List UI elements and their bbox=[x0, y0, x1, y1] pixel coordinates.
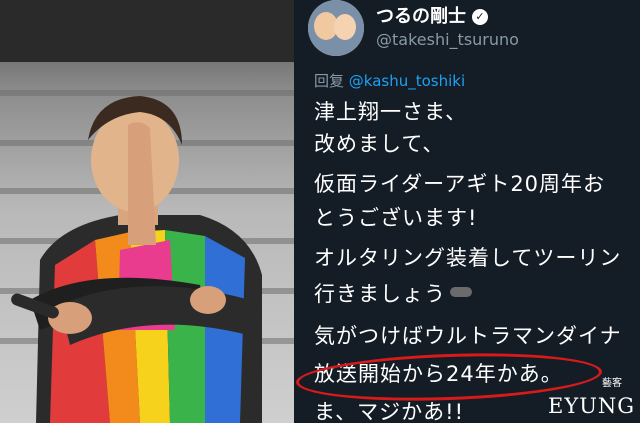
tweet-line-2: 改めまして、 bbox=[314, 132, 445, 156]
motorcycle-emoji-icon bbox=[450, 287, 472, 297]
tweet-line-4: とうございます! bbox=[314, 206, 478, 230]
user-handle[interactable]: @takeshi_tsuruno bbox=[376, 30, 519, 49]
tweet-line-7: 気がつけばウルトラマンダイナ bbox=[314, 324, 622, 348]
tweet-line-6-text: 行きましょう bbox=[314, 282, 446, 306]
tweet-line-5: オルタリング装着してツーリン bbox=[314, 246, 622, 270]
reply-line: 回复 @kashu_toshiki bbox=[314, 70, 465, 91]
person-illustration bbox=[11, 96, 262, 423]
tweet-line-3: 仮面ライダーアギト20周年お bbox=[314, 172, 606, 196]
reply-prefix: 回复 bbox=[314, 72, 345, 90]
display-name-text: つるの剛士 bbox=[376, 6, 466, 27]
avatar[interactable] bbox=[308, 0, 364, 56]
reply-mention-link[interactable]: @kashu_toshiki bbox=[349, 72, 465, 90]
tweet-line-1: 津上翔一さま、 bbox=[314, 100, 468, 124]
watermark-small-text: 藝客 bbox=[602, 378, 622, 389]
tweet-line-6: 行きましょう bbox=[314, 278, 472, 308]
watermark-text: EYUNG bbox=[548, 394, 636, 418]
watermark-logo: 藝客 EYUNG bbox=[548, 372, 638, 422]
photo-panel bbox=[0, 0, 294, 423]
display-name[interactable]: つるの剛士 ✓ bbox=[376, 2, 488, 28]
verified-badge-icon: ✓ bbox=[472, 9, 488, 25]
